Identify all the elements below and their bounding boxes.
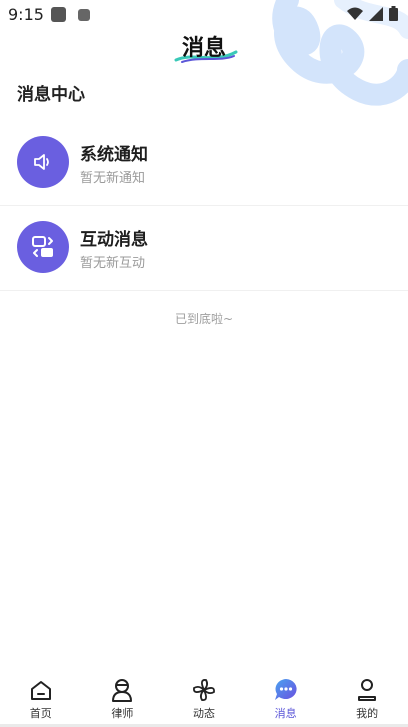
- nav-label: 我的: [356, 707, 379, 720]
- message-subtitle: 暂无新互动: [80, 256, 146, 271]
- section-title: 消息中心: [17, 85, 85, 105]
- nav-item-profile[interactable]: 我的: [326, 671, 408, 727]
- battery-icon: [389, 6, 398, 21]
- message-avatar: [17, 136, 69, 188]
- status-bar: 9:15: [0, 0, 408, 30]
- message-subtitle: 暂无新通知: [80, 171, 146, 186]
- list-end-text: 已到底啦~: [174, 312, 234, 326]
- nav-label: 首页: [29, 707, 52, 720]
- message-item-interaction[interactable]: 互动消息 暂无新互动: [0, 205, 408, 291]
- message-title: 互动消息: [80, 230, 148, 250]
- nav-item-lawyer[interactable]: 律师: [82, 671, 164, 727]
- lawyer-icon: [112, 679, 133, 702]
- bottom-navigation: 首页 律师 动态 消息 我的: [0, 671, 408, 727]
- cell-signal-icon: [369, 6, 383, 21]
- font-notification-icon: [78, 9, 90, 21]
- status-time: 9:15: [8, 5, 44, 24]
- nav-item-messages[interactable]: 消息: [245, 671, 327, 727]
- message-title: 系统通知: [80, 145, 148, 165]
- page-title: 消息: [181, 36, 226, 61]
- message-screen: 9:15 消息 消息中心 系统通知 暂无新通知 互动消息 暂无新互动 已到底啦~…: [0, 0, 408, 727]
- nav-item-home[interactable]: 首页: [0, 671, 82, 727]
- pinwheel-icon: [193, 679, 215, 701]
- home-icon: [30, 681, 51, 700]
- app-notification-icon: [51, 7, 66, 22]
- user-icon: [358, 679, 377, 701]
- interact-icon: [32, 236, 53, 257]
- speaker-icon: [34, 154, 49, 170]
- message-avatar: [17, 221, 69, 273]
- nav-label: 消息: [274, 707, 297, 720]
- message-item-system[interactable]: 系统通知 暂无新通知: [0, 120, 408, 206]
- chat-bubble-icon: [274, 679, 297, 700]
- status-indicators: [347, 6, 398, 21]
- nav-label: 动态: [192, 707, 215, 720]
- wifi-icon: [347, 7, 363, 20]
- nav-item-feed[interactable]: 动态: [163, 671, 245, 727]
- nav-label: 律师: [111, 707, 134, 720]
